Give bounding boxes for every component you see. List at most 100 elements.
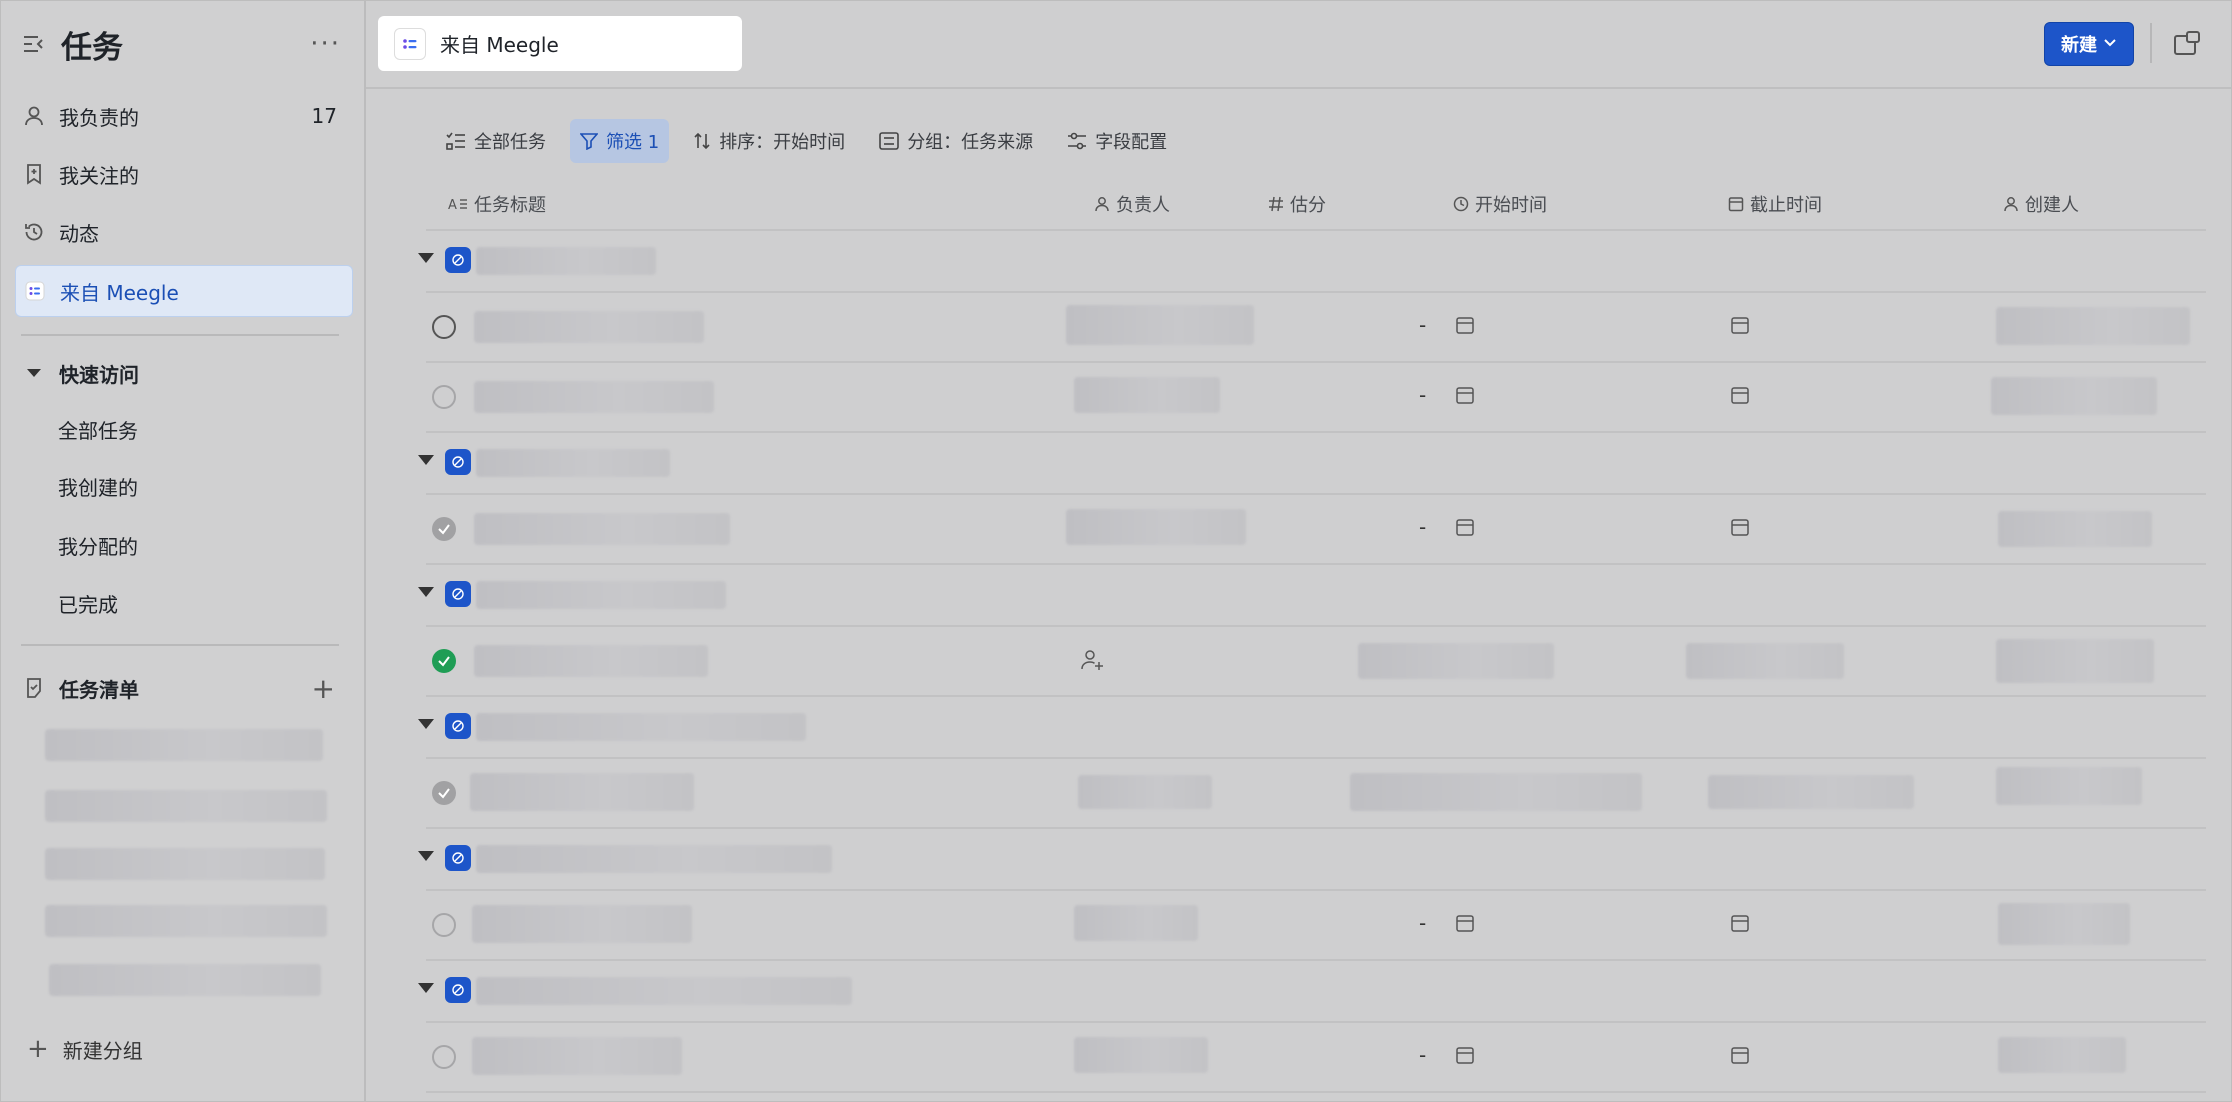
table-row[interactable]: -	[426, 495, 2206, 565]
app-window: 任务 ··· 我负责的 17 我关注的 动态 来自 Meegle 快速访问 全部…	[0, 0, 2232, 1102]
quick-access-created[interactable]: 我创建的	[58, 472, 138, 501]
calendar-icon[interactable]	[1455, 517, 1475, 537]
table-row[interactable]: -	[426, 293, 2206, 363]
task-checkbox[interactable]	[432, 1045, 456, 1069]
column-header-title[interactable]: A 任务标题	[448, 179, 546, 229]
column-header-label: 任务标题	[474, 195, 546, 216]
group-row[interactable]	[418, 565, 2206, 627]
plus-icon[interactable]: +	[312, 672, 335, 705]
new-group-button[interactable]: + 新建分组	[27, 1034, 143, 1064]
group-title	[476, 977, 852, 1005]
group-button[interactable]: 分组：任务来源	[869, 119, 1043, 163]
task-assignee[interactable]	[1066, 305, 1254, 345]
calendar-icon[interactable]	[1455, 315, 1475, 335]
calendar-icon[interactable]	[1730, 385, 1750, 405]
field-config-button[interactable]: 字段配置	[1057, 119, 1177, 163]
sidebar-item-following[interactable]: 我关注的	[15, 149, 351, 199]
column-header-start-time[interactable]: 开始时间	[1453, 179, 1547, 229]
sidebar-item-mine[interactable]: 我负责的 17	[15, 91, 351, 141]
group-row[interactable]	[418, 829, 2206, 891]
column-header-estimate[interactable]: 估分	[1268, 179, 1326, 229]
tab-meegle[interactable]: 来自 Meegle	[378, 16, 742, 71]
task-title[interactable]	[472, 905, 692, 943]
column-header-due-time[interactable]: 截止时间	[1728, 179, 1822, 229]
caret-down-icon[interactable]	[418, 719, 434, 729]
task-title[interactable]	[474, 645, 708, 677]
new-button[interactable]: 新建	[2044, 22, 2134, 66]
all-tasks-button[interactable]: 全部任务	[436, 119, 556, 163]
task-assignee[interactable]	[1078, 775, 1212, 809]
task-list-item[interactable]	[49, 964, 321, 996]
sidebar-item-activity[interactable]: 动态	[15, 207, 351, 257]
task-title[interactable]	[472, 1037, 682, 1075]
sidebar-collapse-icon[interactable]	[21, 31, 47, 57]
calendar-icon	[1728, 196, 1744, 212]
caret-down-icon[interactable]	[418, 983, 434, 993]
task-checkbox[interactable]	[432, 649, 456, 673]
task-start-time[interactable]	[1350, 773, 1642, 811]
more-icon[interactable]: ···	[310, 29, 341, 59]
calendar-icon[interactable]	[1455, 913, 1475, 933]
calendar-icon[interactable]	[1455, 385, 1475, 405]
task-checkbox[interactable]	[432, 385, 456, 409]
group-row[interactable]	[418, 961, 2206, 1023]
task-list-item[interactable]	[45, 848, 325, 880]
task-title[interactable]	[474, 513, 730, 545]
person-icon	[21, 103, 47, 129]
task-list-item[interactable]	[45, 790, 327, 822]
group-row[interactable]	[418, 697, 2206, 759]
column-header-label: 创建人	[2025, 195, 2079, 216]
group-source-icon	[445, 247, 471, 273]
task-checkbox[interactable]	[432, 315, 456, 339]
task-checkbox[interactable]	[432, 781, 456, 805]
caret-down-icon[interactable]	[418, 455, 434, 465]
table-row[interactable]	[426, 759, 2206, 829]
task-assignee[interactable]	[1074, 1037, 1208, 1073]
caret-down-icon[interactable]	[418, 253, 434, 263]
calendar-icon[interactable]	[1730, 517, 1750, 537]
text-icon: A	[448, 196, 468, 212]
task-title[interactable]	[474, 381, 714, 413]
table-row[interactable]: -	[426, 891, 2206, 961]
task-assignee[interactable]	[1066, 509, 1246, 545]
task-assignee[interactable]	[1074, 377, 1220, 413]
task-checkbox[interactable]	[432, 517, 456, 541]
task-title[interactable]	[470, 773, 694, 811]
task-list-item[interactable]	[45, 729, 323, 761]
caret-down-icon[interactable]	[418, 851, 434, 861]
table-row[interactable]: -	[426, 363, 2206, 433]
calendar-icon[interactable]	[1730, 315, 1750, 335]
main-content: 来自 Meegle 新建 全部任务 筛选 1 排序：开始时间 分组：任务来源 字…	[366, 1, 2231, 1101]
group-row[interactable]	[418, 231, 2206, 293]
task-due-time[interactable]	[1686, 643, 1844, 679]
calendar-icon[interactable]	[1730, 913, 1750, 933]
quick-access-header[interactable]: 快速访问	[21, 353, 341, 393]
task-list-item[interactable]	[45, 905, 327, 937]
column-header-label: 估分	[1290, 195, 1326, 216]
estimate-value: -	[1419, 515, 1427, 539]
calendar-icon[interactable]	[1455, 1045, 1475, 1065]
caret-down-icon[interactable]	[418, 587, 434, 597]
filter-button[interactable]: 筛选 1	[570, 119, 670, 163]
sort-button[interactable]: 排序：开始时间	[683, 119, 855, 163]
column-header-creator[interactable]: 创建人	[2003, 179, 2079, 229]
calendar-icon[interactable]	[1730, 1045, 1750, 1065]
quick-access-completed[interactable]: 已完成	[58, 589, 118, 618]
task-due-time[interactable]	[1708, 775, 1914, 809]
filter-icon	[580, 132, 598, 150]
add-assignee-icon[interactable]	[1081, 649, 1103, 670]
task-title[interactable]	[474, 311, 704, 343]
task-start-time[interactable]	[1358, 643, 1554, 679]
quick-access-all-tasks[interactable]: 全部任务	[58, 415, 138, 444]
task-assignee[interactable]	[1074, 905, 1198, 941]
column-header-assignee[interactable]: 负责人	[1094, 179, 1170, 229]
task-lists-header[interactable]: 任务清单 +	[21, 668, 341, 708]
sidebar-item-meegle[interactable]: 来自 Meegle	[15, 265, 353, 317]
group-row[interactable]	[418, 433, 2206, 495]
task-checkbox[interactable]	[432, 913, 456, 937]
table-row[interactable]: -	[426, 1023, 2206, 1093]
quick-access-assigned[interactable]: 我分配的	[58, 531, 138, 560]
table-row[interactable]	[426, 627, 2206, 697]
open-window-icon[interactable]	[2172, 29, 2202, 57]
task-creator	[1996, 767, 2142, 805]
